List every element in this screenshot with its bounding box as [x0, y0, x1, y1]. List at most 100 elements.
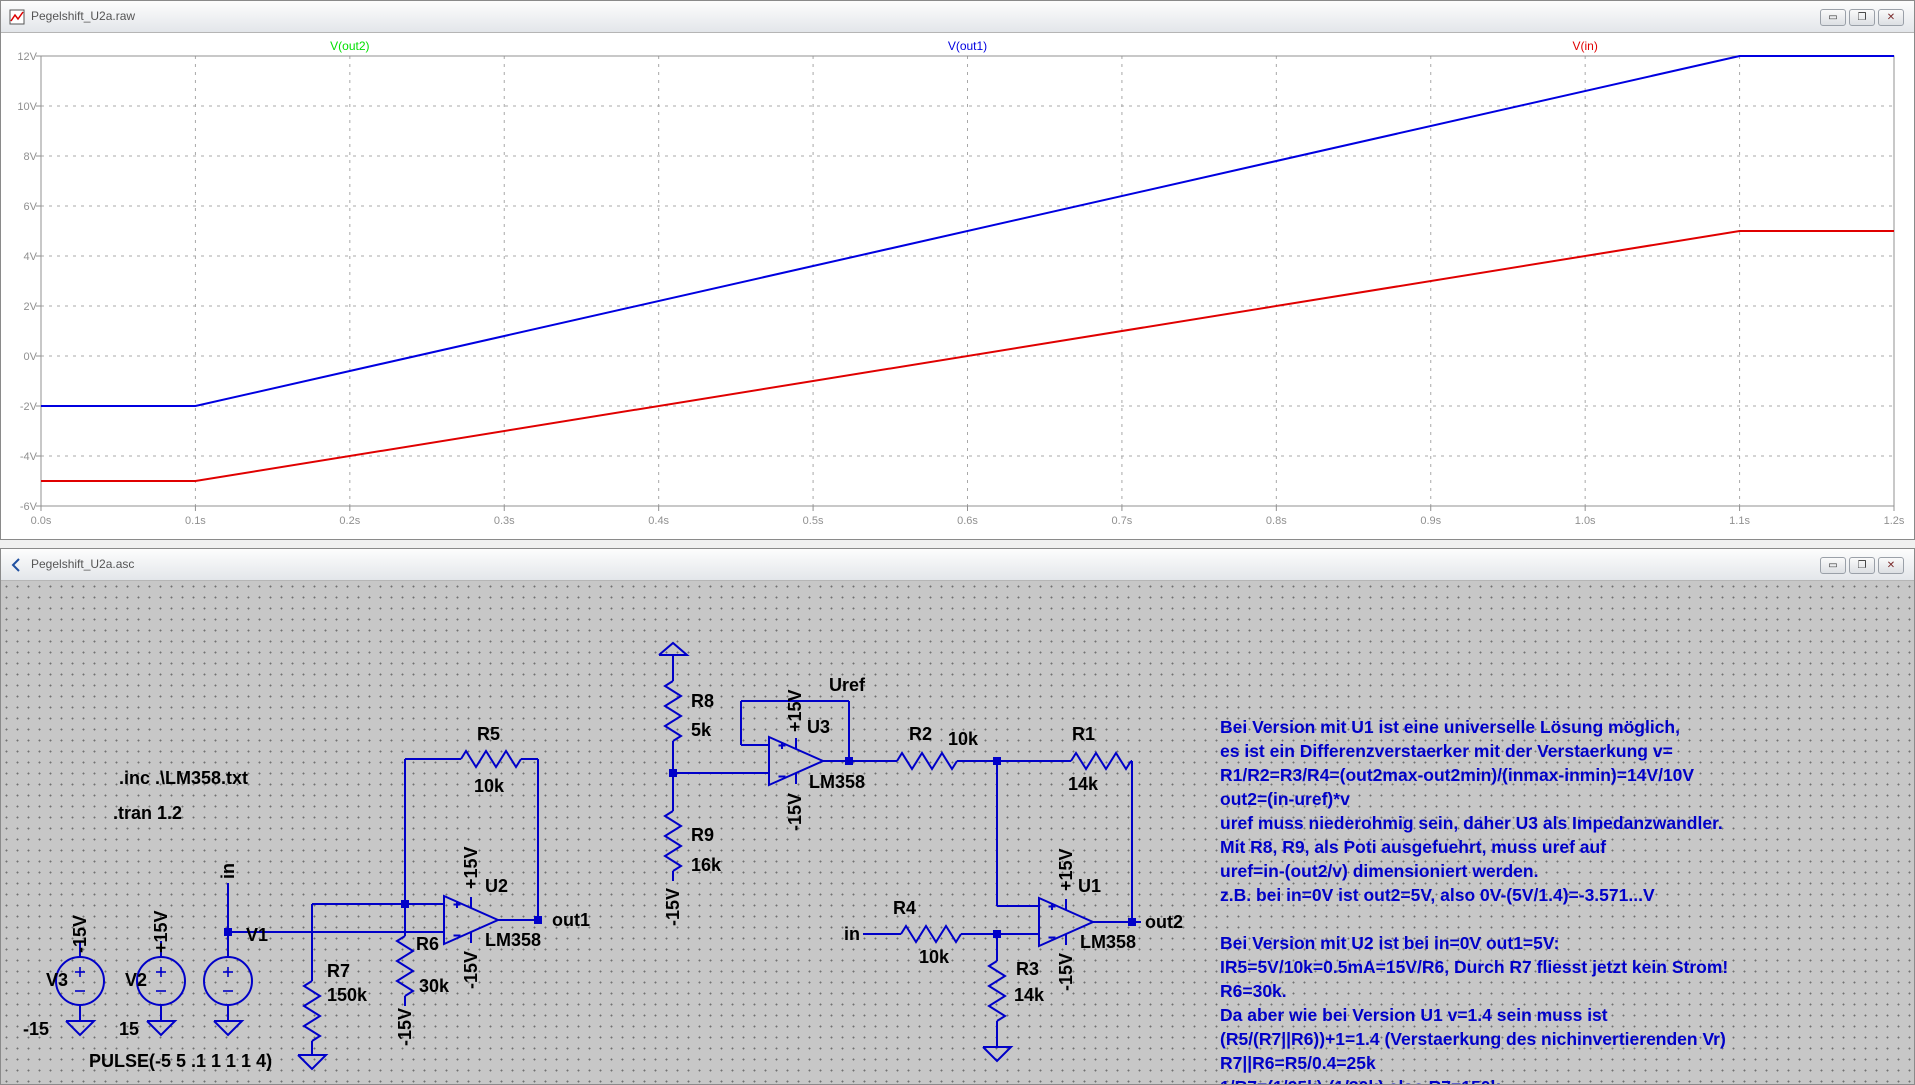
- y-tick-label: 0V: [24, 351, 38, 363]
- schematic-canvas[interactable]: .inc .\LM358.txt .tran 1.2 PULSE(-5 5 .1…: [1, 581, 1914, 1084]
- u3-model: LM358: [809, 772, 865, 792]
- out2-net-label: out2: [1145, 912, 1183, 932]
- supply-arrow-r8: [658, 641, 690, 656]
- x-tick-label: 0.9s: [1420, 515, 1441, 527]
- voltage-source-v1[interactable]: [203, 956, 253, 1006]
- resistor-r4[interactable]: [900, 924, 962, 944]
- r9-label: R9: [691, 825, 714, 845]
- x-tick-label: 0.3s: [494, 515, 515, 527]
- comment-line: out2=(in-uref)*v: [1220, 789, 1350, 809]
- comment-line: (R5/(R7||R6))+1=1.4 (Verstaerkung des ni…: [1220, 1029, 1726, 1049]
- in-net-label: in: [218, 863, 238, 879]
- comment-line: es ist ein Differenzverstaerker mit der …: [1220, 741, 1673, 761]
- comment-line: R7||R6=R5/0.4=25k: [1220, 1053, 1376, 1073]
- legend-vout2[interactable]: V(out2): [330, 39, 369, 53]
- in2-net-label: in: [844, 924, 860, 944]
- r4-value: 10k: [919, 947, 950, 967]
- x-tick-label: 0.6s: [957, 515, 978, 527]
- ground-v3: [65, 1020, 97, 1037]
- y-tick-label: -4V: [20, 451, 38, 463]
- legend-vin[interactable]: V(in): [1572, 39, 1597, 53]
- v2-label: V2: [125, 970, 147, 990]
- r5-label: R5: [477, 724, 500, 744]
- y-tick-label: 4V: [24, 251, 38, 263]
- resistor-r8[interactable]: [663, 680, 683, 742]
- comment-line: R1/R2=R3/R4=(out2max-out2min)/(inmax-inm…: [1220, 765, 1694, 785]
- y-tick-label: 12V: [17, 51, 37, 63]
- y-tick-label: -2V: [20, 401, 38, 413]
- x-tick-label: 1.2s: [1884, 515, 1905, 527]
- resistor-r6[interactable]: [395, 935, 415, 997]
- restore-button[interactable]: ❐: [1849, 9, 1875, 26]
- r6-supply-label: -15V: [395, 1008, 415, 1046]
- r2-value: 10k: [948, 729, 979, 749]
- close-button[interactable]: ✕: [1878, 557, 1904, 574]
- resistor-r2[interactable]: [896, 751, 958, 771]
- ground-v2: [146, 1020, 178, 1037]
- u3-neg-supply: -15V: [785, 793, 805, 831]
- x-tick-label: 1.1s: [1729, 515, 1750, 527]
- v2-supply-label: +15V: [151, 910, 171, 953]
- comment-line: IR5=5V/10k=0.5mA=15V/R6, Durch R7 fliess…: [1220, 957, 1728, 977]
- close-button[interactable]: ✕: [1878, 9, 1904, 26]
- r7-label: R7: [327, 961, 350, 981]
- v3-label: V3: [46, 970, 68, 990]
- r8-label: R8: [691, 691, 714, 711]
- resistor-r9[interactable]: [663, 810, 683, 872]
- u2-neg-supply: -15V: [461, 951, 481, 989]
- x-tick-label: 0.4s: [648, 515, 669, 527]
- comment-line: R6=30k.: [1220, 981, 1287, 1001]
- ground-r3: [982, 1046, 1014, 1063]
- out1-net-label: out1: [552, 910, 590, 930]
- x-tick-label: 0.2s: [339, 515, 360, 527]
- comment-line: z.B. bei in=0V ist out2=5V, also 0V-(5V/…: [1220, 885, 1655, 905]
- ground-r7: [297, 1054, 329, 1071]
- comment-line: uref=in-(out2/v) dimensioniert werden.: [1220, 861, 1538, 881]
- comment-line: Mit R8, R9, als Poti ausgefuehrt, muss u…: [1220, 837, 1606, 857]
- legend-vout1[interactable]: V(out1): [948, 39, 987, 53]
- inc-directive[interactable]: .inc .\LM358.txt: [119, 768, 248, 788]
- restore-button[interactable]: ❐: [1849, 557, 1875, 574]
- r6-value: 30k: [419, 976, 450, 996]
- comment-line: uref muss niederohmig sein, daher U3 als…: [1220, 813, 1723, 833]
- schematic-window: Pegelshift_U2a.asc ▭ ❐ ✕ .inc .\LM358.tx…: [0, 548, 1915, 1085]
- comment-line: 1/R7=(1/25k)-(1/30k) also R7=150k: [1220, 1077, 1500, 1084]
- resistor-r7[interactable]: [302, 980, 322, 1042]
- r7-value: 150k: [327, 985, 368, 1005]
- uref-net-label: Uref: [829, 675, 866, 695]
- tran-directive[interactable]: .tran 1.2: [113, 803, 182, 823]
- waveform-titlebar[interactable]: Pegelshift_U2a.raw ▭ ❐ ✕: [1, 1, 1914, 33]
- resistor-r3[interactable]: [987, 960, 1007, 1022]
- y-tick-label: 6V: [24, 201, 38, 213]
- x-tick-label: 1.0s: [1575, 515, 1596, 527]
- r3-label: R3: [1016, 959, 1039, 979]
- waveform-app-icon: [9, 9, 25, 25]
- x-tick-label: 0.0s: [31, 515, 52, 527]
- u1-neg-supply: -15V: [1056, 953, 1076, 991]
- schematic-titlebar[interactable]: Pegelshift_U2a.asc ▭ ❐ ✕: [1, 549, 1914, 581]
- schematic-app-icon: [11, 558, 20, 572]
- r3-value: 14k: [1014, 985, 1045, 1005]
- pulse-value[interactable]: PULSE(-5 5 .1 1 1 1 4): [89, 1051, 272, 1071]
- resistor-r1[interactable]: [1070, 751, 1132, 771]
- ground-v1: [213, 1020, 245, 1037]
- v3-value: -15: [23, 1019, 49, 1039]
- u2-model: LM358: [485, 930, 541, 950]
- x-tick-label: 0.8s: [1266, 515, 1287, 527]
- r5-value: 10k: [474, 776, 505, 796]
- y-tick-label: 2V: [24, 301, 38, 313]
- u1-model: LM358: [1080, 932, 1136, 952]
- minimize-button[interactable]: ▭: [1820, 9, 1846, 26]
- x-tick-label: 0.5s: [803, 515, 824, 527]
- schematic-comment[interactable]: Bei Version mit U1 ist eine universelle …: [1220, 717, 1778, 1084]
- waveform-window: Pegelshift_U2a.raw ▭ ❐ ✕ 12V 10V 8V 6V 4V 2V 0…: [0, 0, 1915, 540]
- r4-label: R4: [893, 898, 916, 918]
- u2-label: U2: [485, 876, 508, 896]
- waveform-plot[interactable]: 12V 10V 8V 6V 4V 2V 0V -2V -4V -6V 0.0s 0.1s 0.2s 0.…: [1, 33, 1914, 539]
- minimize-button[interactable]: ▭: [1820, 557, 1846, 574]
- resistor-r5[interactable]: [460, 749, 522, 769]
- v3-supply-label: -15V: [70, 915, 90, 953]
- u2-pos-supply: +15V: [461, 846, 481, 889]
- comment-line: Da aber wie bei Version U1 v=1.4 sein mu…: [1220, 1005, 1608, 1025]
- r6-label: R6: [416, 934, 439, 954]
